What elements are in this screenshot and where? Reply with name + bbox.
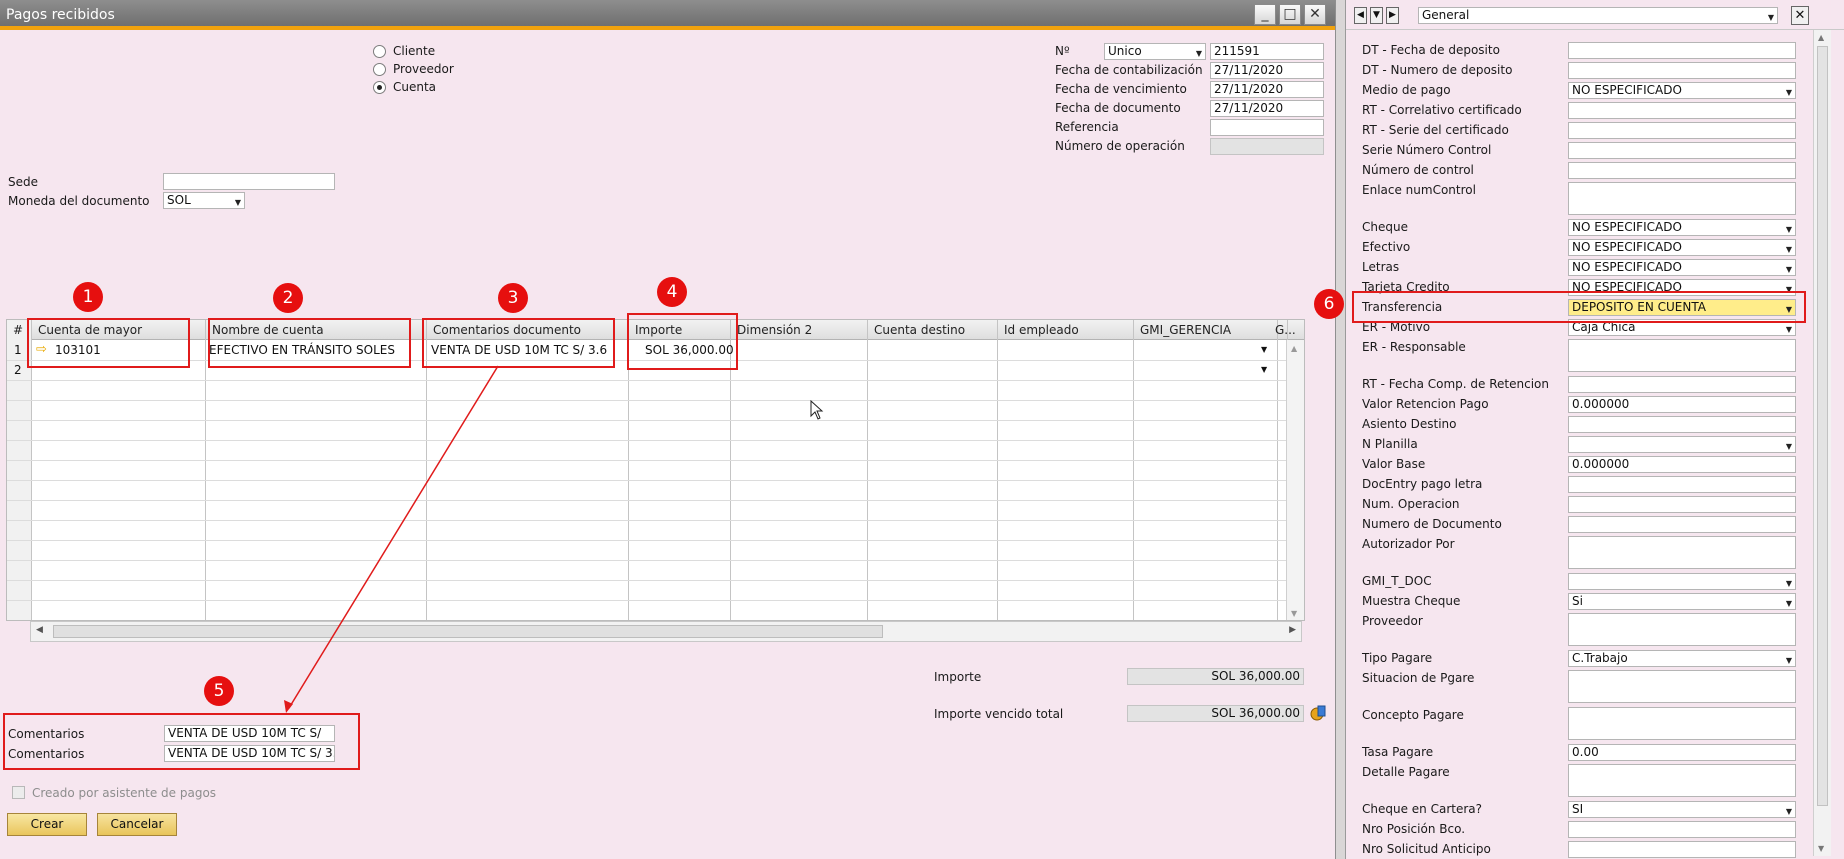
udf-scroll-thumb[interactable] xyxy=(1817,46,1828,806)
udf-label-26: Proveedor xyxy=(1362,614,1423,628)
udf-label-18: N Planilla xyxy=(1362,437,1418,451)
udf-field-8[interactable]: NO ESPECIFICADO xyxy=(1568,219,1796,236)
udf-field-2[interactable]: NO ESPECIFICADO xyxy=(1568,82,1796,99)
udf-field-1[interactable] xyxy=(1568,62,1796,79)
nav-first-icon[interactable]: ◀ xyxy=(1354,7,1367,24)
total-due-label: Importe vencido total xyxy=(934,707,1064,721)
udf-field-33[interactable] xyxy=(1568,821,1796,838)
udf-scroll-up-icon[interactable]: ▲ xyxy=(1818,33,1824,42)
udf-field-15[interactable] xyxy=(1568,376,1796,393)
udf-label-22: Numero de Documento xyxy=(1362,517,1502,531)
udf-field-7[interactable] xyxy=(1568,182,1796,215)
wizard-label: Creado por asistente de pagos xyxy=(32,786,217,800)
udf-field-30[interactable]: 0.00 xyxy=(1568,744,1796,761)
udf-vertical-scrollbar[interactable]: ▲ ▼ xyxy=(1813,30,1831,856)
udf-label-20: DocEntry pago letra xyxy=(1362,477,1483,491)
udf-label-21: Num. Operacion xyxy=(1362,497,1460,511)
annotation-box-6 xyxy=(1352,291,1806,323)
udf-field-20[interactable] xyxy=(1568,476,1796,493)
udf-field-31[interactable] xyxy=(1568,764,1796,797)
udf-field-14[interactable] xyxy=(1568,339,1796,372)
payments-received-window: Pagos recibidos _ □ ✕ Cliente Proveedor … xyxy=(0,0,1336,859)
udf-label-10: Letras xyxy=(1362,260,1400,274)
amount-label: Importe xyxy=(934,670,982,684)
udf-field-28[interactable] xyxy=(1568,670,1796,703)
udf-label-29: Concepto Pagare xyxy=(1362,708,1464,722)
udf-label-19: Valor Base xyxy=(1362,457,1426,471)
total-due-field: SOL 36,000.00 xyxy=(1127,705,1304,722)
nav-next-icon[interactable]: ▶ xyxy=(1386,7,1399,24)
udf-field-29[interactable] xyxy=(1568,707,1796,740)
udf-field-6[interactable] xyxy=(1568,162,1796,179)
amount-field: SOL 36,000.00 xyxy=(1127,668,1304,685)
wizard-checkbox xyxy=(12,786,25,799)
udf-field-22[interactable] xyxy=(1568,516,1796,533)
udf-label-8: Cheque xyxy=(1362,220,1408,234)
udf-label-23: Autorizador Por xyxy=(1362,537,1455,551)
udf-field-21[interactable] xyxy=(1568,496,1796,513)
create-button[interactable]: Crear xyxy=(7,813,87,836)
udf-label-27: Tipo Pagare xyxy=(1362,651,1433,665)
udf-field-25[interactable]: Si xyxy=(1568,593,1796,610)
udf-field-26[interactable] xyxy=(1568,613,1796,646)
udf-label-2: Medio de pago xyxy=(1362,83,1451,97)
udf-label-24: GMI_T_DOC xyxy=(1362,574,1432,588)
udf-field-5[interactable] xyxy=(1568,142,1796,159)
udf-label-7: Enlace numControl xyxy=(1362,183,1476,197)
udf-field-9[interactable]: NO ESPECIFICADO xyxy=(1568,239,1796,256)
udf-label-28: Situacion de Pgare xyxy=(1362,671,1475,685)
mouse-cursor-icon xyxy=(810,400,824,420)
udf-field-23[interactable] xyxy=(1568,536,1796,569)
udf-label-14: ER - Responsable xyxy=(1362,340,1466,354)
udf-category-select[interactable]: General xyxy=(1418,7,1778,24)
udf-field-18[interactable] xyxy=(1568,436,1796,453)
udf-field-0[interactable] xyxy=(1568,42,1796,59)
udf-field-17[interactable] xyxy=(1568,416,1796,433)
udf-field-3[interactable] xyxy=(1568,102,1796,119)
udf-label-17: Asiento Destino xyxy=(1362,417,1457,431)
udf-label-25: Muestra Cheque xyxy=(1362,594,1461,608)
udf-label-4: RT - Serie del certificado xyxy=(1362,123,1509,137)
udf-label-33: Nro Posición Bco. xyxy=(1362,822,1466,836)
udf-label-16: Valor Retencion Pago xyxy=(1362,397,1489,411)
udf-label-9: Efectivo xyxy=(1362,240,1411,254)
annotation-badge-5: 5 xyxy=(204,676,234,706)
udf-label-5: Serie Número Control xyxy=(1362,143,1492,157)
payment-means-icon[interactable] xyxy=(1309,704,1327,722)
annotation-badge-6: 6 xyxy=(1314,289,1344,319)
nav-prev-icon[interactable]: ▼ xyxy=(1370,7,1383,24)
udf-label-30: Tasa Pagare xyxy=(1362,745,1434,759)
udf-toolbar: ◀ ▼ ▶ General ✕ xyxy=(1346,0,1844,30)
udf-label-32: Cheque en Cartera? xyxy=(1362,802,1482,816)
udf-label-31: Detalle Pagare xyxy=(1362,765,1450,779)
annotation-box-5 xyxy=(3,713,360,770)
udf-label-34: Nro Solicitud Anticipo xyxy=(1362,842,1491,856)
udf-label-0: DT - Fecha de deposito xyxy=(1362,43,1500,57)
udf-label-6: Número de control xyxy=(1362,163,1474,177)
udf-field-10[interactable]: NO ESPECIFICADO xyxy=(1568,259,1796,276)
user-defined-fields-panel: ◀ ▼ ▶ General ✕ DT - Fecha de deposito DT… xyxy=(1345,0,1844,859)
udf-close-icon[interactable]: ✕ xyxy=(1791,6,1809,25)
udf-label-1: DT - Numero de deposito xyxy=(1362,63,1513,77)
udf-field-27[interactable]: C.Trabajo xyxy=(1568,650,1796,667)
udf-field-19[interactable]: 0.000000 xyxy=(1568,456,1796,473)
udf-field-4[interactable] xyxy=(1568,122,1796,139)
udf-field-24[interactable] xyxy=(1568,573,1796,590)
udf-field-32[interactable]: SI xyxy=(1568,801,1796,818)
udf-field-16[interactable]: 0.000000 xyxy=(1568,396,1796,413)
udf-field-34[interactable] xyxy=(1568,841,1796,858)
udf-scroll-down-icon[interactable]: ▼ xyxy=(1818,844,1824,853)
udf-label-3: RT - Correlativo certificado xyxy=(1362,103,1522,117)
udf-label-15: RT - Fecha Comp. de Retencion xyxy=(1362,377,1549,391)
cancel-button[interactable]: Cancelar xyxy=(97,813,177,836)
